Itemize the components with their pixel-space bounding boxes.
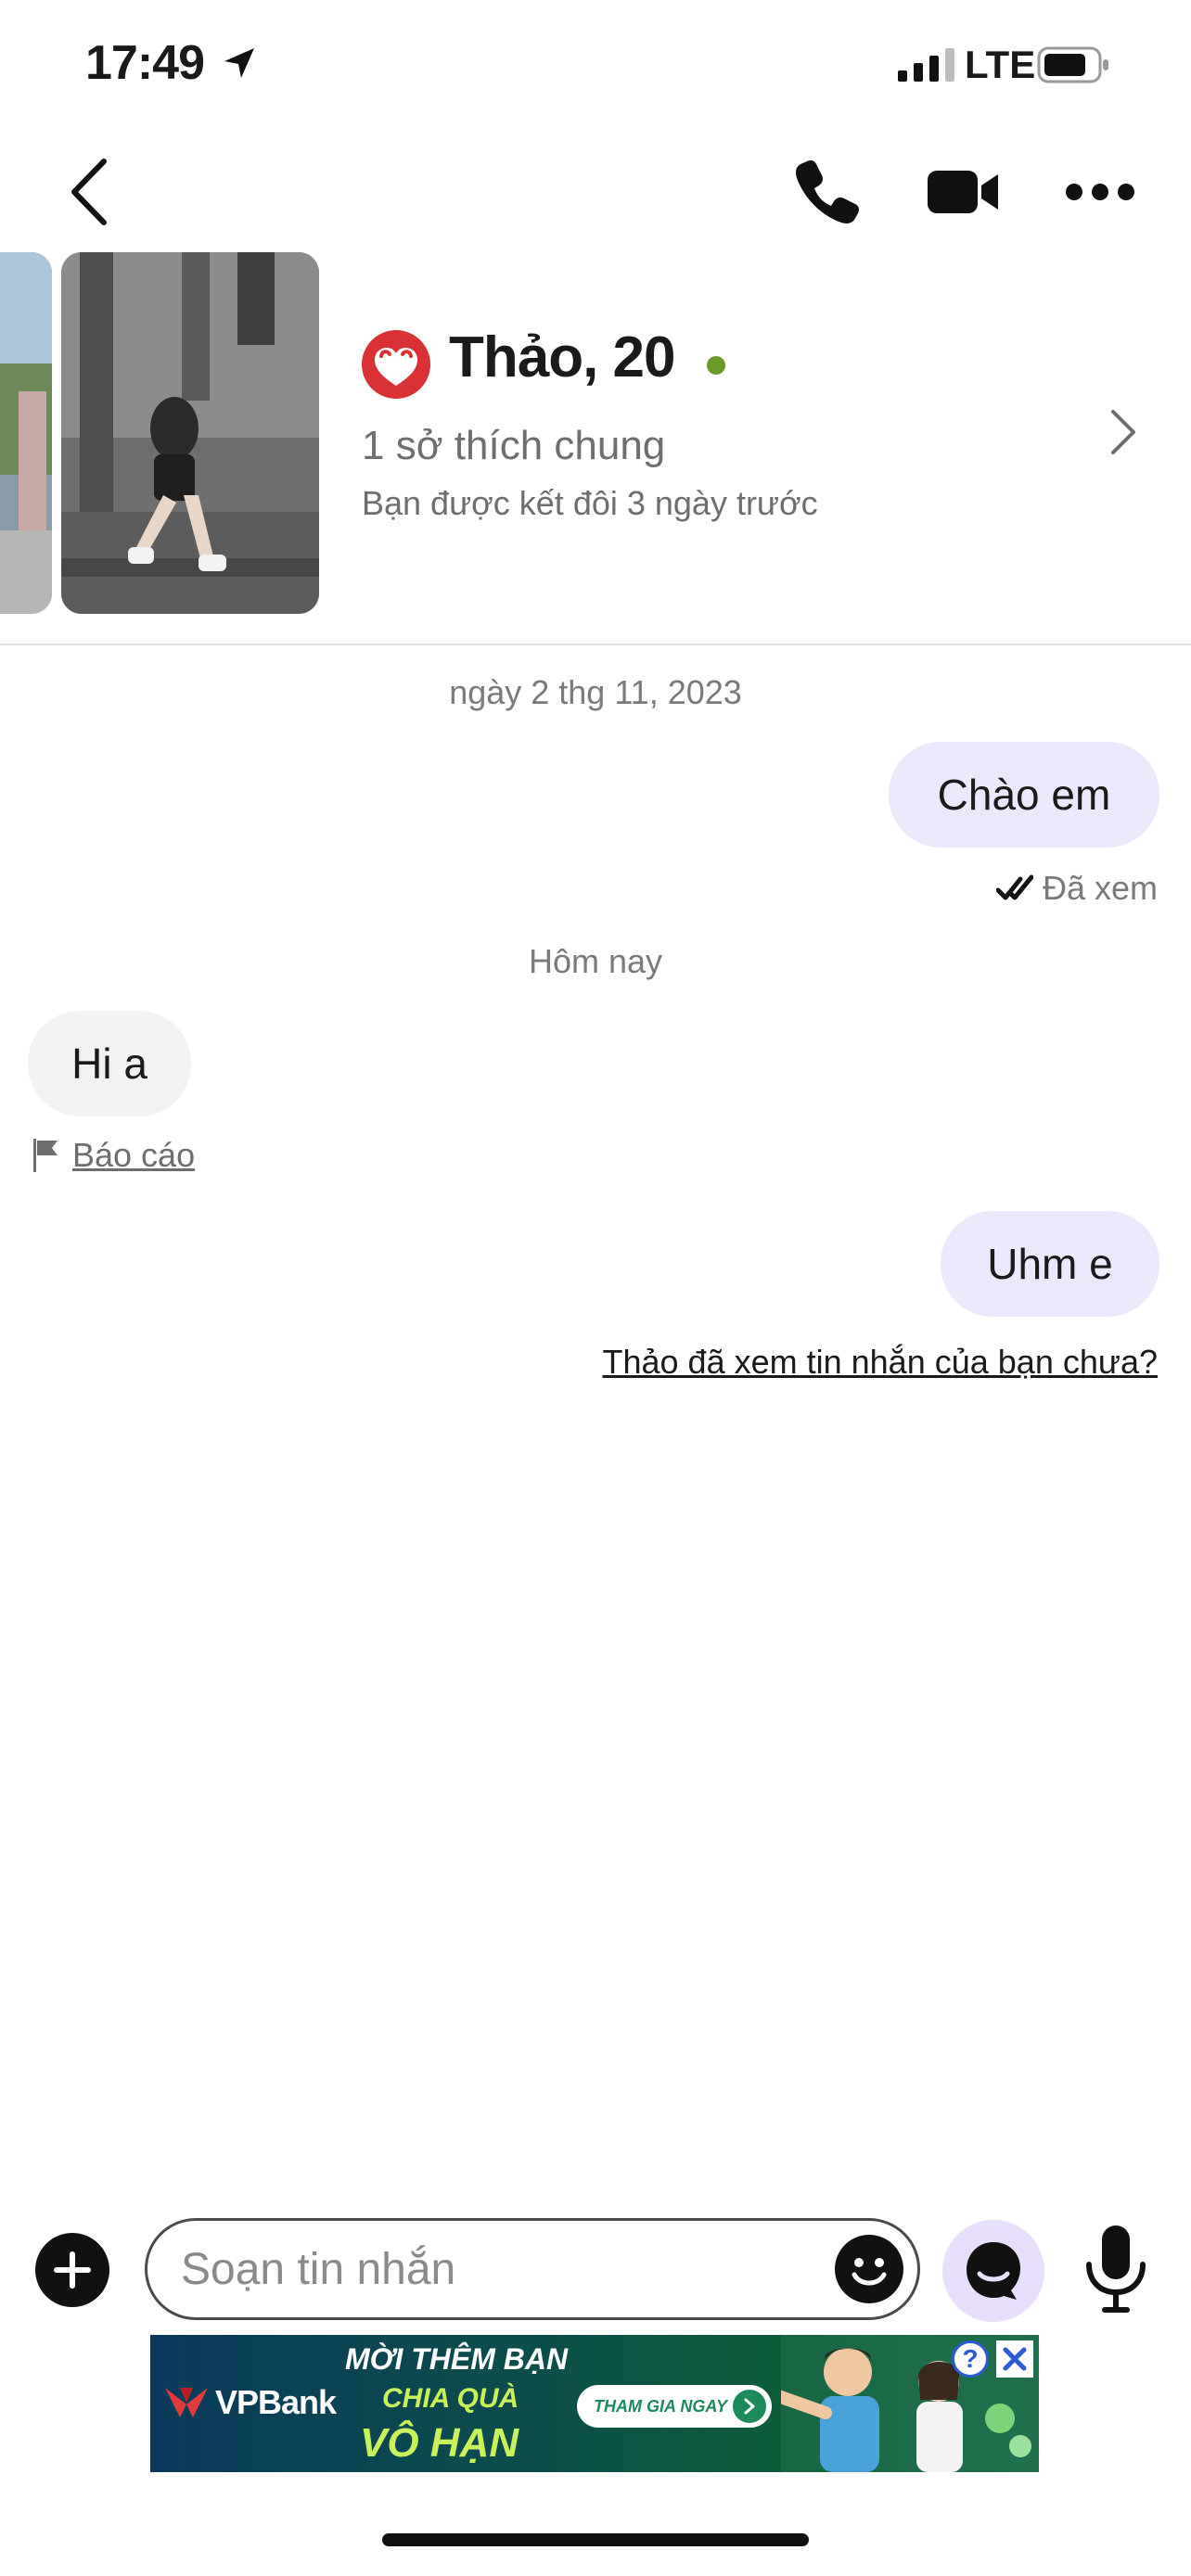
flag-icon <box>33 1139 58 1172</box>
ad-banner[interactable]: VPBank MỜI THÊM BẠN CHIA QUÀ VÔ HẠN THAM… <box>150 2335 1039 2472</box>
matched-ago: Bạn được kết đôi 3 ngày trước <box>362 484 818 522</box>
vpbank-logo-icon <box>165 2388 208 2417</box>
report-label[interactable]: Báo cáo <box>72 1136 195 1175</box>
ad-brand-logo: VPBank <box>163 2383 337 2422</box>
sticker-button[interactable] <box>942 2220 1044 2322</box>
common-interests: 1 sở thích chung <box>362 423 666 468</box>
close-icon <box>1003 2347 1027 2371</box>
home-indicator[interactable] <box>382 2533 809 2546</box>
microphone-icon[interactable] <box>1082 2224 1150 2316</box>
photo-main-image <box>61 252 319 614</box>
photo-previous-image <box>0 252 52 614</box>
phone-icon[interactable] <box>794 158 861 224</box>
more-dots-icon[interactable] <box>1065 182 1135 202</box>
compose-field[interactable] <box>145 2218 920 2320</box>
sticker-face-icon <box>967 2242 1020 2300</box>
back-button[interactable] <box>65 156 115 228</box>
message-incoming[interactable]: Hi a <box>28 1011 191 1116</box>
ad-cta-button[interactable]: THAM GIA NGAY <box>577 2385 772 2428</box>
location-arrow-icon <box>224 48 254 78</box>
ad-info-button[interactable]: ? <box>952 2340 989 2378</box>
message-outgoing[interactable]: Uhm e <box>941 1211 1159 1317</box>
ad-close-button[interactable] <box>996 2340 1033 2378</box>
date-separator: Hôm nay <box>528 942 663 980</box>
cell-signal-icon <box>898 48 954 82</box>
plus-circle-icon[interactable] <box>35 2233 109 2307</box>
ad-headline-1: MỜI THÊM BẠN <box>345 2342 569 2376</box>
seen-label: Đã xem <box>1042 869 1158 907</box>
ad-brand: VPBank <box>215 2383 337 2421</box>
message-input[interactable] <box>181 2221 812 2317</box>
profile-photo-previous[interactable] <box>0 252 52 614</box>
report-link[interactable]: Báo cáo <box>32 1135 195 1176</box>
profile-name[interactable]: Thảo, 20 <box>449 325 676 390</box>
double-check-icon <box>995 874 1033 900</box>
arrow-right-icon <box>733 2390 766 2423</box>
network-type: LTE <box>965 43 1036 86</box>
video-camera-icon[interactable] <box>928 165 1000 219</box>
status-bar: 17:49 LTE <box>0 0 1191 130</box>
ad-headline-2: CHIA QUÀ <box>382 2383 519 2414</box>
status-time: 17:49 <box>85 36 205 90</box>
seen-question-link[interactable]: Thảo đã xem tin nhắn của bạn chưa? <box>603 1343 1159 1382</box>
date-separator: ngày 2 thg 11, 2023 <box>449 673 742 711</box>
chevron-right-icon[interactable] <box>1109 408 1137 456</box>
battery-icon <box>1037 46 1108 83</box>
profile-photo-main[interactable] <box>61 252 319 614</box>
ad-headline-3: VÔ HẠN <box>360 2420 519 2466</box>
seen-receipt: Đã xem <box>995 868 1158 909</box>
online-status-dot <box>707 356 725 375</box>
profile-photo-strip[interactable] <box>0 252 319 614</box>
divider <box>0 644 1191 645</box>
ad-cta-label: THAM GIA NGAY <box>594 2396 727 2416</box>
emoji-smile-icon[interactable] <box>834 2234 904 2304</box>
message-outgoing[interactable]: Chào em <box>889 742 1159 848</box>
badoo-heart-logo-icon <box>362 330 430 399</box>
